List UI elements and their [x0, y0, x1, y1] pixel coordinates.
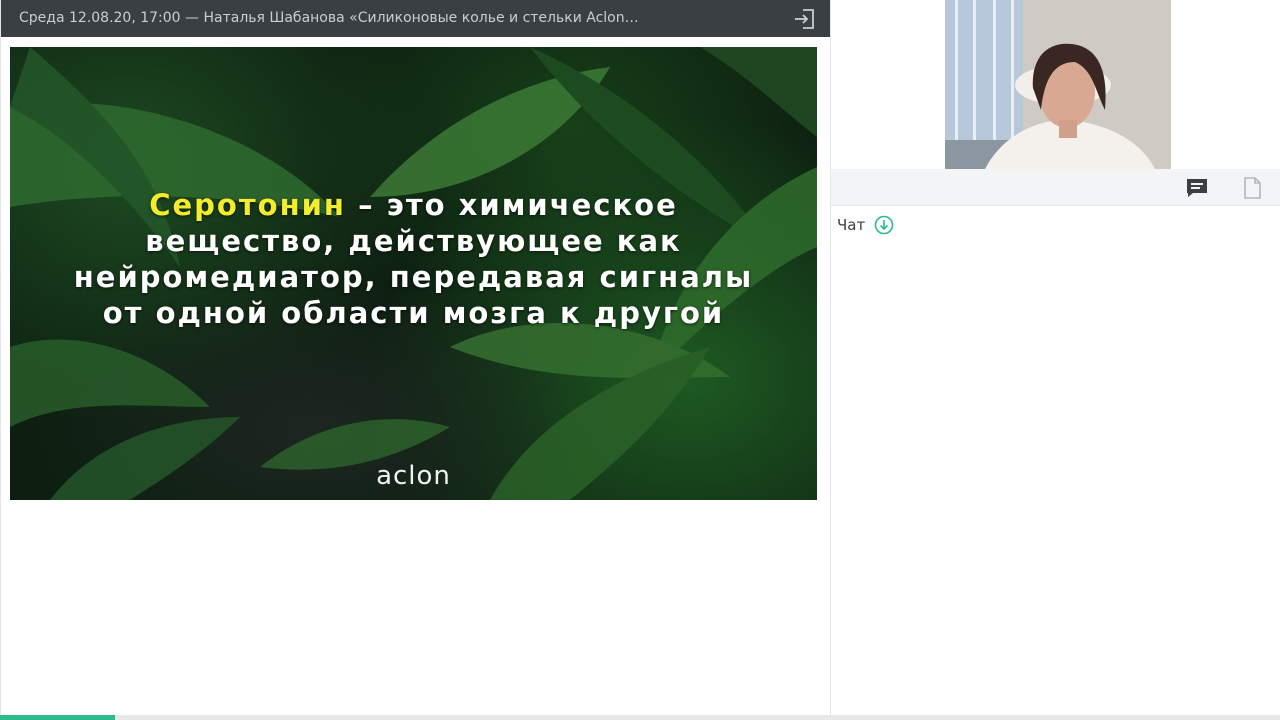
presenter-video-frame [945, 0, 1171, 169]
slide-line-3: нейромедиатор, передавая сигналы [73, 260, 754, 294]
webinar-room: Среда 12.08.20, 17:00 — Наталья Шабанова… [0, 0, 1280, 720]
file-icon [1244, 177, 1261, 199]
slide-line-1-rest: – это химическое [345, 188, 678, 222]
side-panel: Чат [830, 0, 1280, 720]
presentation-slide: Серотонин – это химическое вещество, дей… [10, 47, 817, 500]
playback-progress-fill [0, 715, 116, 720]
aclon-logo: aclon [376, 461, 451, 491]
exit-icon [795, 9, 814, 29]
panel-tabs [831, 169, 1280, 206]
webinar-title: Среда 12.08.20, 17:00 — Наталья Шабанова… [19, 10, 639, 26]
slide-highlight-word: Серотонин [149, 188, 346, 222]
presenter-webcam [945, 0, 1171, 169]
tab-chat[interactable] [1183, 175, 1211, 201]
slide-line-4: от одной области мозга к другой [102, 296, 725, 330]
slide-line-2: вещество, действующее как [145, 224, 682, 258]
presentation-pane: Среда 12.08.20, 17:00 — Наталья Шабанова… [0, 0, 831, 720]
tab-files[interactable] [1239, 175, 1265, 201]
webinar-header: Среда 12.08.20, 17:00 — Наталья Шабанова… [1, 0, 831, 37]
slide-line-1: Серотонин – это химическое [10, 187, 817, 223]
chat-header: Чат [837, 214, 894, 236]
scroll-down-button[interactable] [874, 215, 894, 235]
arrow-down-circle-icon [874, 215, 894, 235]
chat-title: Чат [837, 216, 866, 234]
exit-button[interactable] [791, 6, 817, 32]
slide-text: Серотонин – это химическое вещество, дей… [10, 187, 817, 331]
video-area [831, 0, 1280, 169]
chat-icon [1187, 179, 1207, 197]
playback-progress-bar[interactable] [0, 715, 1280, 720]
